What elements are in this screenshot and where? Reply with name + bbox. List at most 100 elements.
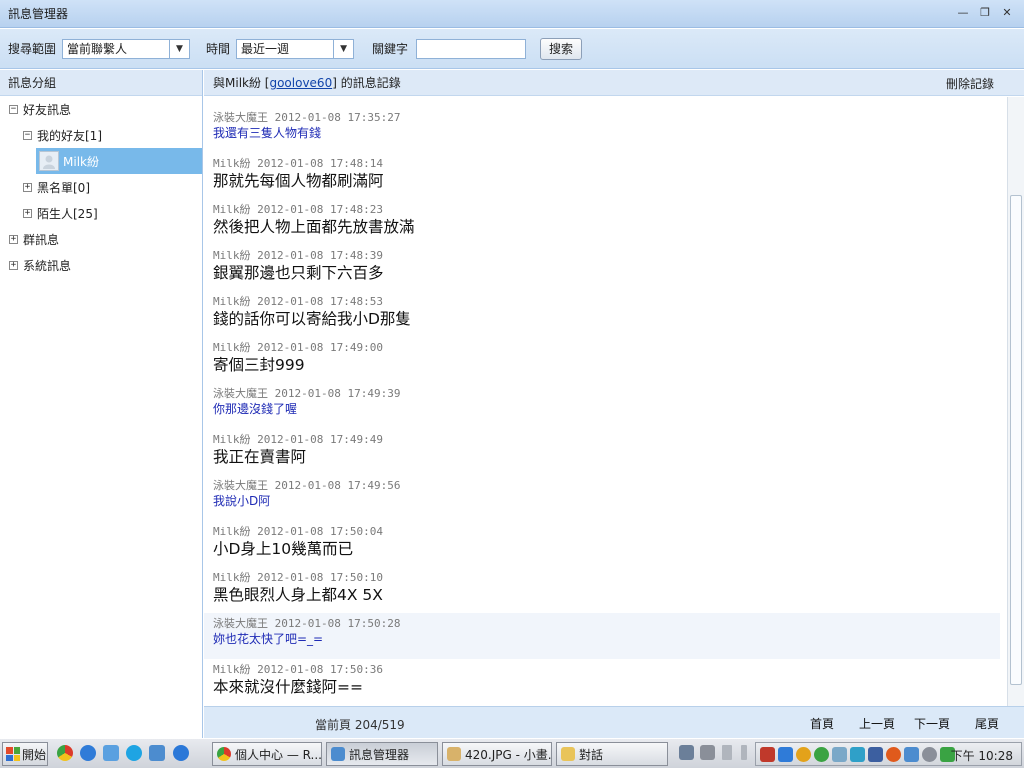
windows-logo-icon — [6, 747, 20, 761]
volume-icon[interactable] — [922, 747, 937, 762]
next-page-button[interactable]: 下一頁 — [914, 715, 950, 732]
message-item: 泳裝大魔王 2012-01-08 17:50:28 妳也花太快了吧=_= — [204, 613, 1000, 659]
tree-item-label: 好友訊息 — [23, 102, 72, 117]
toolbar-icon[interactable] — [722, 745, 732, 760]
message-meta: Milk紛 2012-01-08 17:48:14 — [213, 156, 1000, 171]
network-icon[interactable] — [832, 747, 847, 762]
chevron-down-icon[interactable]: ▼ — [333, 39, 353, 58]
tree-item-label: 群訊息 — [23, 232, 60, 247]
toolbar-icon[interactable] — [741, 745, 747, 760]
page-info: 當前頁 204/519 — [315, 718, 405, 732]
tree-item-label: 系統訊息 — [23, 258, 72, 273]
prev-page-button[interactable]: 上一頁 — [859, 715, 895, 732]
range-select[interactable]: 當前聯繫人 ▼ — [62, 38, 191, 59]
tray-app-icon[interactable] — [886, 747, 901, 762]
tray-app-icon[interactable] — [760, 747, 775, 762]
tree-item-groups[interactable]: + 群訊息 — [0, 226, 202, 252]
sidebar-header: 訊息分組 — [0, 70, 202, 96]
tree-item-friends[interactable]: − 好友訊息 — [0, 96, 202, 122]
message-time: 2012-01-08 17:50:36 — [257, 663, 383, 676]
tree-item-label: Milk紛 — [63, 154, 99, 169]
input-method-icon[interactable] — [700, 745, 715, 760]
expand-icon[interactable]: + — [23, 182, 32, 192]
first-page-button[interactable]: 首頁 — [810, 715, 834, 732]
message-sender: Milk紛 — [213, 663, 251, 676]
minimize-button[interactable]: — — [956, 6, 970, 20]
maximize-button[interactable]: ❐ — [978, 6, 992, 20]
message-meta: 泳裝大魔王 2012-01-08 17:49:39 — [213, 386, 1000, 401]
message-meta: 泳裝大魔王 2012-01-08 17:50:28 — [213, 616, 1000, 631]
task-button-dialog[interactable]: 對話 — [556, 742, 668, 766]
qq-icon[interactable] — [796, 747, 811, 762]
message-manager-icon — [331, 747, 345, 761]
tree-item-system[interactable]: + 系統訊息 — [0, 252, 202, 278]
language-icon[interactable] — [679, 745, 694, 760]
message-text: 我還有三隻人物有錢 — [213, 126, 322, 140]
search-button[interactable]: 搜索 — [540, 37, 583, 60]
message-time: 2012-01-08 17:50:04 — [257, 525, 383, 538]
expand-icon[interactable]: + — [23, 208, 32, 218]
tree-item-strangers[interactable]: + 陌生人[25] — [0, 200, 202, 226]
time-label: 時間 — [206, 42, 231, 56]
tree-item-blacklist[interactable]: + 黑名單[0] — [0, 174, 202, 200]
chevron-down-icon[interactable]: ▼ — [169, 39, 189, 58]
message-sender: 泳裝大魔王 — [213, 617, 268, 630]
task-label: 個人中心 — R... — [235, 747, 322, 762]
window-title: 訊息管理器 — [8, 7, 69, 21]
message-item: Milk紛 2012-01-08 17:48:53 錢的話你可以寄給我小D那隻 — [204, 294, 1000, 329]
message-time: 2012-01-08 17:35:27 — [274, 111, 401, 124]
start-button[interactable]: 開始 — [2, 742, 48, 766]
tray-app-icon[interactable] — [868, 747, 883, 762]
tree-item-label: 陌生人[25] — [37, 206, 98, 221]
media-player-icon[interactable] — [80, 745, 96, 761]
skype-icon[interactable] — [126, 745, 142, 761]
start-label: 開始 — [22, 747, 47, 762]
collapse-icon[interactable]: − — [9, 104, 18, 114]
message-sender: Milk紛 — [213, 433, 251, 446]
task-button-paint[interactable]: 420.JPG - 小畫... — [442, 742, 552, 766]
tree-item-my-friends[interactable]: − 我的好友[1] — [0, 122, 202, 148]
chrome-icon[interactable] — [57, 745, 73, 761]
message-meta: Milk紛 2012-01-08 17:48:23 — [213, 202, 1000, 217]
scrollbar-thumb[interactable] — [1010, 195, 1022, 685]
message-sender: Milk紛 — [213, 525, 251, 538]
tray-app-icon[interactable] — [904, 747, 919, 762]
message-item: Milk紛 2012-01-08 17:50:04 小D身上10幾萬而已 — [204, 524, 1000, 559]
message-text: 你那邊沒錢了喔 — [213, 402, 298, 416]
task-button-browser[interactable]: 個人中心 — R... — [212, 742, 322, 766]
last-page-button[interactable]: 尾頁 — [975, 715, 999, 732]
close-button[interactable]: ✕ — [1000, 6, 1014, 20]
tray-app-icon[interactable] — [814, 747, 829, 762]
message-sender: Milk紛 — [213, 571, 251, 584]
message-sender: Milk紛 — [213, 341, 251, 354]
task-button-message-manager[interactable]: 訊息管理器 — [326, 742, 438, 766]
message-sender: Milk紛 — [213, 157, 251, 170]
message-text: 那就先每個人物都刷滿阿 — [213, 172, 384, 190]
message-scrollbar[interactable] — [1007, 97, 1024, 706]
message-text: 銀翼那邊也只剩下六百多 — [213, 264, 384, 282]
message-time: 2012-01-08 17:48:14 — [257, 157, 383, 170]
app-icon[interactable] — [103, 745, 119, 761]
task-label: 420.JPG - 小畫... — [465, 747, 552, 762]
message-sender: 泳裝大魔王 — [213, 387, 268, 400]
message-text: 我正在賣書阿 — [213, 448, 307, 466]
expand-icon[interactable]: + — [9, 260, 18, 270]
user-id-link[interactable]: goolove60 — [269, 76, 332, 90]
message-time: 2012-01-08 17:48:39 — [257, 249, 383, 262]
delete-records-button[interactable]: 刪除記錄 — [946, 75, 994, 92]
expand-icon[interactable]: + — [9, 234, 18, 244]
taskbar: 開始 個人中心 — R... 訊息管理器 420.JPG - 小畫... 對話 … — [0, 738, 1024, 768]
range-select-value: 當前聯繫人 — [67, 42, 128, 56]
tray-app-icon[interactable] — [850, 747, 865, 762]
message-time: 2012-01-08 17:49:39 — [274, 387, 401, 400]
collapse-icon[interactable]: − — [23, 130, 32, 140]
message-meta: Milk紛 2012-01-08 17:50:10 — [213, 570, 1000, 585]
keyword-input[interactable] — [416, 38, 527, 59]
message-text: 黑色眼烈人身上都4X 5X — [213, 586, 383, 604]
tray-app-icon[interactable] — [778, 747, 793, 762]
tree-item-contact[interactable]: Milk紛 — [36, 148, 202, 174]
browser-icon[interactable] — [149, 745, 165, 761]
message-meta: Milk紛 2012-01-08 17:49:49 — [213, 432, 1000, 447]
ie-icon[interactable] — [173, 745, 189, 761]
time-select[interactable]: 最近一週 ▼ — [236, 38, 355, 59]
